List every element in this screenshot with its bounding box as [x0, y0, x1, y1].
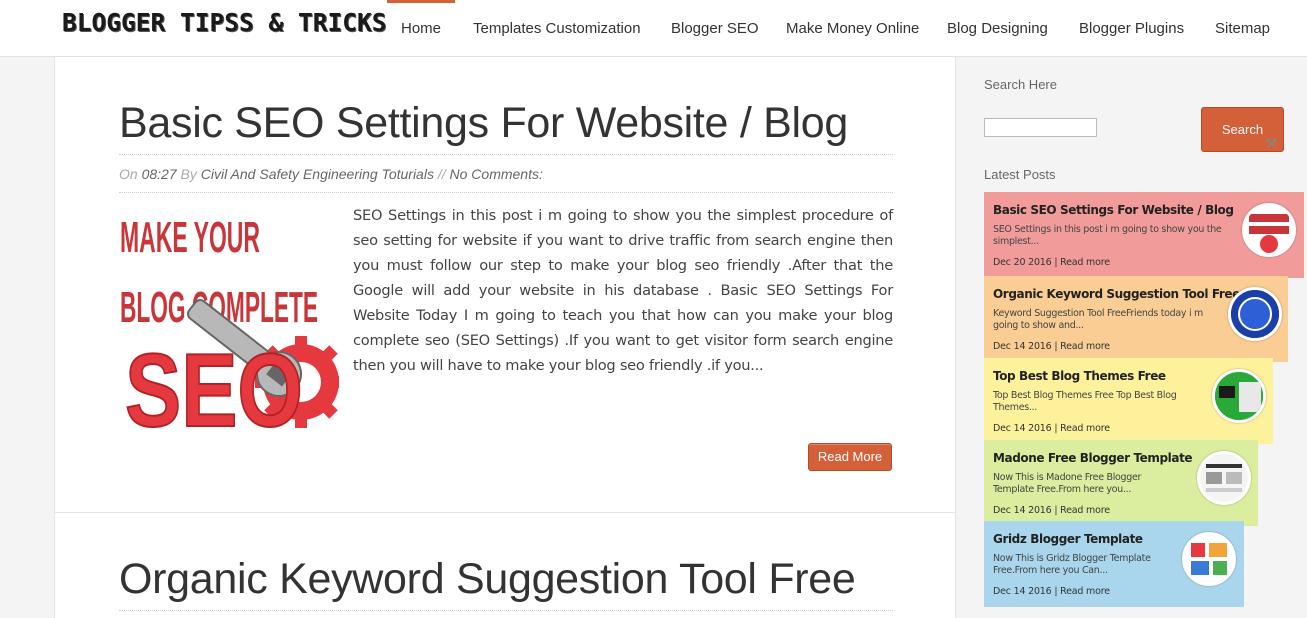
- post-author[interactable]: Civil And Safety Engineering Toturials: [201, 166, 434, 182]
- nav-item-make-money-online[interactable]: Make Money Online: [786, 0, 919, 57]
- latest-post-date: Dec 14 2016: [993, 423, 1052, 434]
- site-header: BLOGGER TIPSS & TRICKS Home Templates Cu…: [0, 0, 1307, 57]
- nav-item-templates-customization[interactable]: Templates Customization: [473, 0, 641, 57]
- nav-item-blogger-seo[interactable]: Blogger SEO: [671, 0, 759, 57]
- latest-post-date: Dec 14 2016: [993, 586, 1052, 597]
- latest-post-thumbnail[interactable]: [1182, 532, 1236, 586]
- latest-post-meta: Dec 14 2016 | Read more: [993, 423, 1110, 434]
- latest-post-read-more[interactable]: Read more: [1060, 586, 1110, 597]
- main-content: Basic SEO Settings For Website / Blog On…: [54, 57, 956, 618]
- latest-post-read-more[interactable]: Read more: [1060, 423, 1110, 434]
- latest-post-read-more[interactable]: Read more: [1060, 257, 1110, 268]
- latest-post-snippet: Now This is Madone Free Blogger Template…: [993, 472, 1142, 495]
- latest-post-date: Dec 14 2016: [993, 505, 1052, 516]
- read-more-button[interactable]: Read More: [808, 443, 892, 471]
- latest-post-item[interactable]: Madone Free Blogger Template Now This is…: [984, 440, 1258, 526]
- latest-post-date: Dec 14 2016: [993, 341, 1052, 352]
- meta-on-label: On: [119, 166, 138, 182]
- wrench-icon[interactable]: ⚒: [1265, 135, 1278, 152]
- search-input[interactable]: [984, 118, 1097, 137]
- latest-posts-title: Latest Posts: [984, 167, 1056, 182]
- nav-item-blog-designing[interactable]: Blog Designing: [947, 0, 1048, 57]
- latest-post-thumbnail[interactable]: [1212, 369, 1266, 423]
- latest-post-date: Dec 20 2016: [993, 257, 1052, 268]
- latest-post-meta: Dec 14 2016 | Read more: [993, 586, 1110, 597]
- latest-post-thumbnail[interactable]: [1197, 451, 1251, 505]
- latest-post-item[interactable]: Organic Keyword Suggestion Tool Free Key…: [984, 276, 1288, 362]
- latest-post-read-more[interactable]: Read more: [1060, 341, 1110, 352]
- post-title[interactable]: Basic SEO Settings For Website / Blog: [119, 99, 848, 148]
- site-logo[interactable]: BLOGGER TIPSS & TRICKS: [62, 8, 387, 37]
- nav-item-sitemap[interactable]: Sitemap: [1215, 0, 1270, 57]
- title-divider: [119, 154, 893, 155]
- latest-post-meta: Dec 20 2016 | Read more: [993, 257, 1110, 268]
- latest-post-read-more[interactable]: Read more: [1060, 505, 1110, 516]
- post-title[interactable]: Organic Keyword Suggestion Tool Free: [119, 555, 856, 604]
- latest-post-meta: Dec 14 2016 | Read more: [993, 505, 1110, 516]
- nav-item-blogger-plugins[interactable]: Blogger Plugins: [1079, 0, 1184, 57]
- sidebar: Search Here Search ⚒ Latest Posts Basic …: [956, 57, 1307, 618]
- latest-post-snippet: Top Best Blog Themes Free Top Best Blog …: [993, 390, 1177, 413]
- search-widget-title: Search Here: [984, 77, 1057, 92]
- nav-item-home[interactable]: Home: [387, 0, 455, 57]
- latest-post-meta: Dec 14 2016 | Read more: [993, 341, 1110, 352]
- meta-separator: //: [437, 166, 446, 182]
- title-divider: [119, 610, 893, 611]
- thumb-line-3: SEO: [125, 333, 303, 429]
- post-comments-link[interactable]: No Comments:: [450, 166, 543, 182]
- post-divider: [55, 512, 955, 513]
- latest-post-item[interactable]: Basic SEO Settings For Website / Blog SE…: [984, 192, 1304, 278]
- meta-by-label: By: [180, 166, 197, 182]
- thumb-line-1: MAKE YOUR: [120, 213, 260, 262]
- latest-post-item[interactable]: Gridz Blogger Template Now This is Gridz…: [984, 521, 1244, 607]
- post-excerpt: SEO Settings in this post i m going to s…: [353, 207, 893, 374]
- latest-post-item[interactable]: Top Best Blog Themes Free Top Best Blog …: [984, 358, 1273, 444]
- post-thumbnail[interactable]: MAKE YOUR BLOG COMPLETE SEO: [119, 204, 347, 450]
- meta-divider: [119, 192, 893, 193]
- latest-post-snippet: SEO Settings in this post i m going to s…: [993, 224, 1222, 247]
- latest-post-snippet: Now This is Gridz Blogger Template Free.…: [993, 553, 1151, 576]
- latest-post-thumbnail[interactable]: [1242, 203, 1296, 257]
- latest-post-snippet: Keyword Suggestion Tool FreeFriends toda…: [993, 308, 1203, 331]
- post-time: 08:27: [141, 166, 177, 182]
- post-meta: On 08:27 By Civil And Safety Engineering…: [119, 166, 543, 182]
- latest-post-thumbnail[interactable]: [1228, 287, 1282, 341]
